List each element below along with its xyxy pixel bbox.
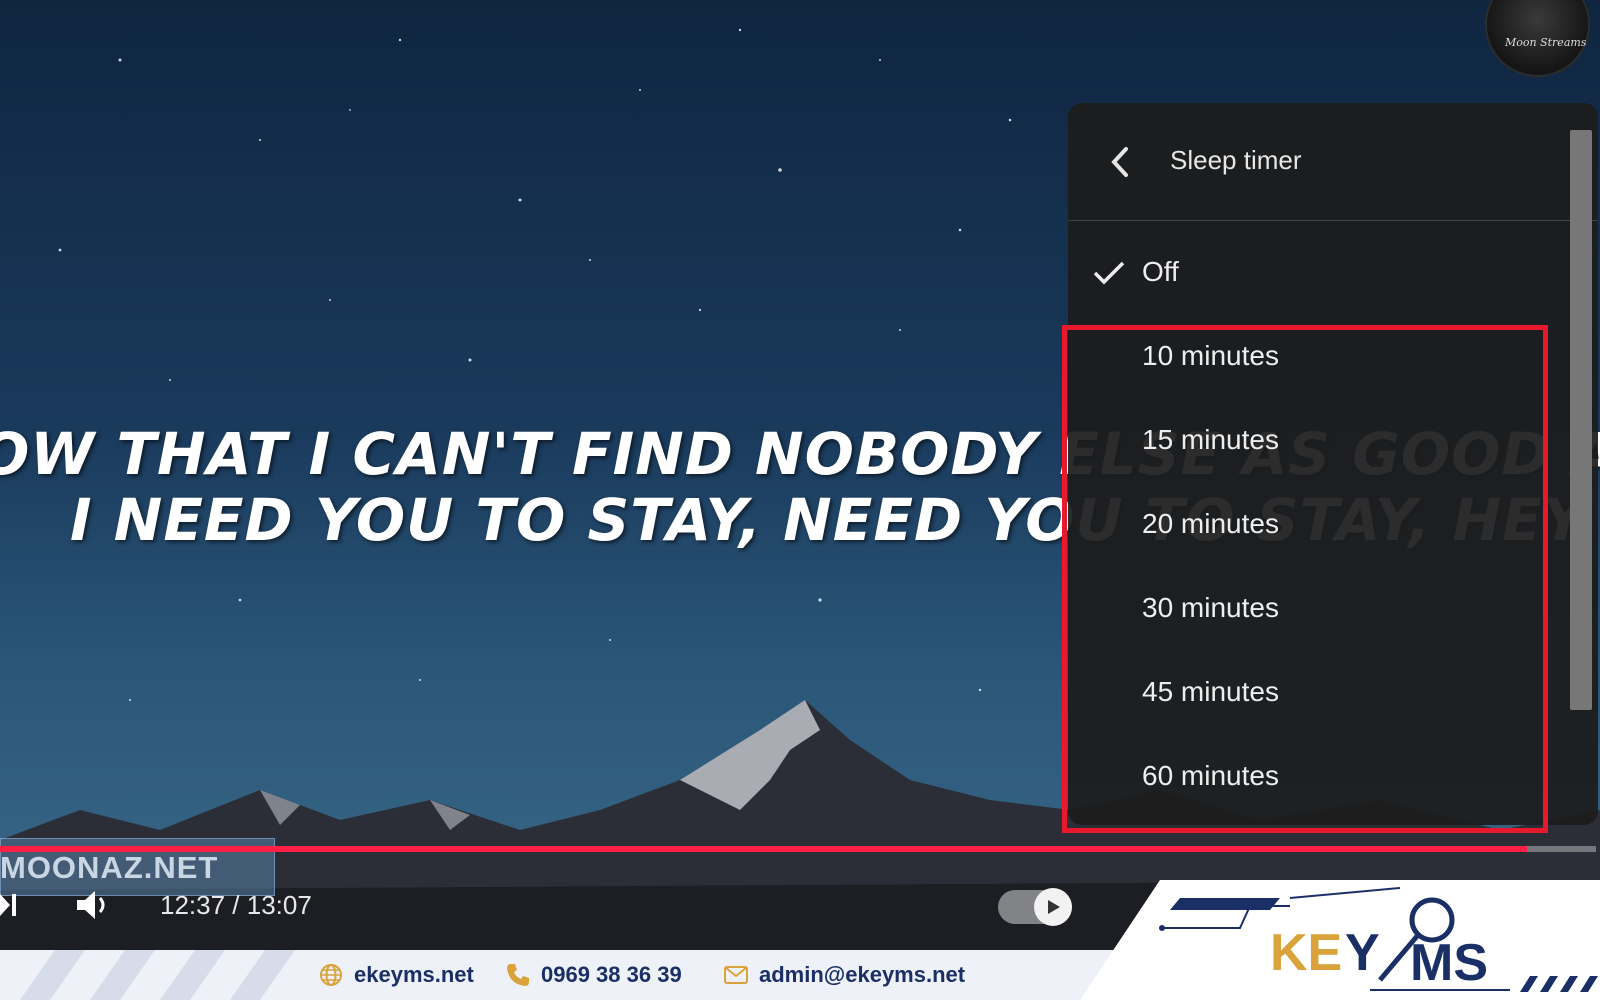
play-icon — [1048, 900, 1060, 914]
menu-divider — [1068, 220, 1598, 221]
svg-text:Y: Y — [1345, 924, 1380, 982]
phone-icon — [507, 964, 529, 986]
email-text: admin@ekeyms.net — [759, 962, 966, 987]
option-off[interactable]: Off — [1068, 240, 1568, 310]
svg-text:MS: MS — [1410, 934, 1488, 992]
next-icon[interactable] — [0, 892, 20, 918]
check-icon — [1093, 261, 1125, 285]
contact-website[interactable]: ekeyms.net — [318, 950, 474, 1000]
contact-phone[interactable]: 0969 38 36 39 — [505, 950, 682, 1000]
menu-scrollbar[interactable] — [1566, 130, 1596, 820]
progress-bar-fill — [0, 846, 1528, 852]
footer-stripes — [20, 950, 295, 1000]
highlight-annotation — [1062, 325, 1548, 833]
progress-bar[interactable] — [0, 846, 1596, 852]
website-text: ekeyms.net — [354, 962, 474, 987]
svg-text:KE: KE — [1270, 924, 1342, 982]
channel-logo-text: Moon Streams — [1505, 36, 1587, 49]
keyms-logo: KE Y MS — [1080, 880, 1600, 1000]
option-label: Off — [1142, 256, 1179, 287]
back-arrow-icon[interactable] — [1106, 145, 1134, 179]
time-display: 12:37 / 13:07 — [160, 890, 312, 920]
menu-header: Sleep timer — [1068, 103, 1598, 221]
volume-icon[interactable] — [75, 889, 111, 921]
autoplay-toggle[interactable] — [998, 888, 1072, 926]
scroll-thumb[interactable] — [1570, 130, 1592, 710]
mail-icon — [724, 966, 748, 984]
contact-email[interactable]: admin@ekeyms.net — [723, 950, 965, 1000]
phone-text: 0969 38 36 39 — [541, 962, 682, 987]
menu-title: Sleep timer — [1170, 145, 1302, 175]
globe-icon — [320, 964, 342, 986]
autoplay-knob — [1034, 888, 1072, 926]
